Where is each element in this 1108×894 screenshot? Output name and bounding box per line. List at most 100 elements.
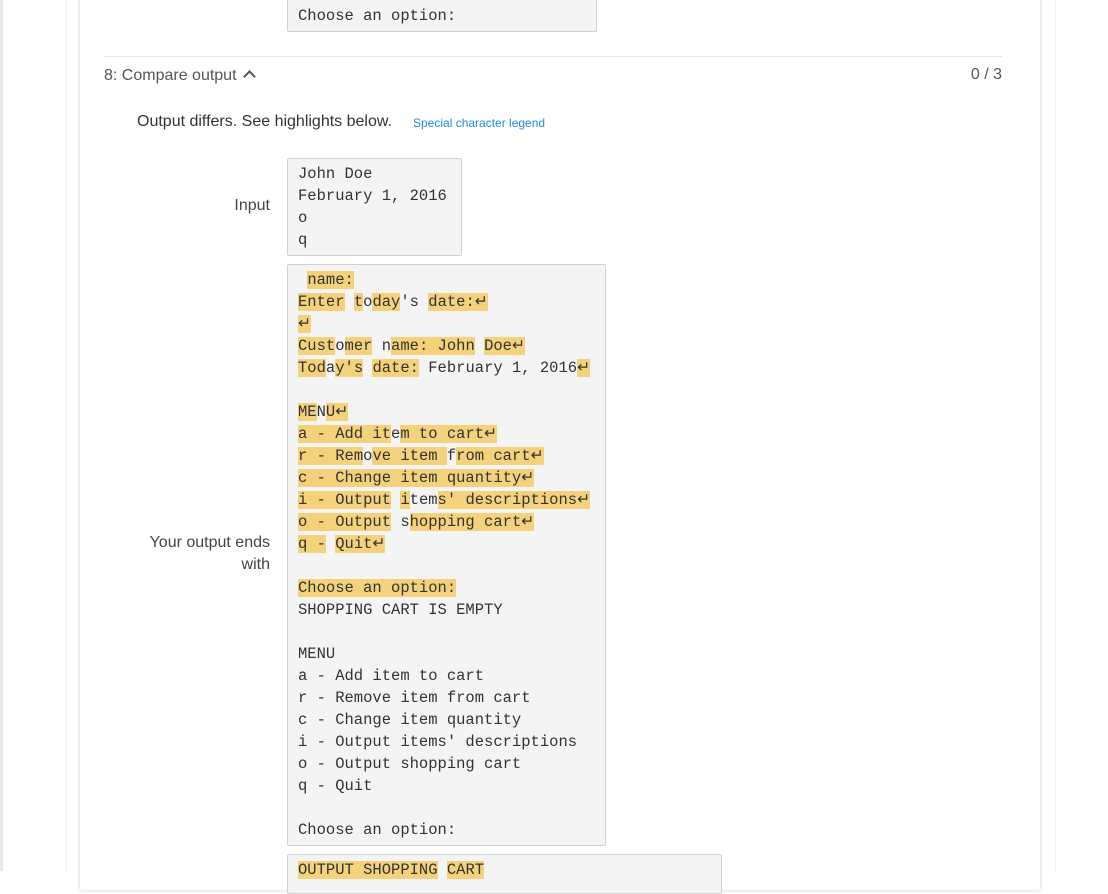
output-line: c - Change item quantity↵ [298, 467, 595, 489]
diff-highlight: t [353, 293, 364, 311]
your-output-box: name: Enter today's date:↵ ↵ Customer name:… [287, 264, 606, 846]
diff-highlight: rom cart↵ [456, 447, 544, 465]
output-label: Your output ends with [149, 534, 270, 573]
output-line: Choose an option: [298, 7, 457, 25]
output-text: SHOPPING CART IS EMPTY [298, 601, 503, 619]
diff-highlight: ME [298, 403, 317, 421]
output-line: MENU [298, 643, 595, 665]
output-text: o - Output shopping cart [298, 755, 522, 773]
output-text: s [391, 513, 410, 531]
diff-highlight: U↵ [325, 403, 349, 421]
output-line: i - Output items' descriptions [298, 731, 595, 753]
diff-highlight: Choose an option: [298, 579, 457, 597]
diff-highlight: OUTPUT SHOPPING [298, 861, 438, 879]
diff-highlight: CART [446, 861, 485, 879]
output-line: r - Remove item from cart [298, 687, 595, 709]
output-line: a - Add item to cart [298, 665, 595, 687]
special-character-legend-link[interactable]: Special character legend [413, 116, 545, 130]
diff-highlight: Tod [298, 359, 326, 377]
output-line: name: [298, 269, 595, 291]
diff-highlight: hopping cart↵ [409, 513, 535, 531]
diff-highlight: day [372, 293, 401, 311]
diff-highlight: date: [372, 359, 419, 377]
output-line: Customer name: John Doe↵ [298, 335, 595, 357]
output-line: i - Output items' descriptions↵ [298, 489, 595, 511]
output-line: q - Quit [298, 775, 595, 797]
output-line: Enter today's date:↵ [298, 291, 595, 313]
diff-highlight: a - Add it [298, 425, 392, 443]
output-line: Choose an option: [298, 819, 595, 841]
output-text: N [316, 403, 326, 421]
diff-highlight: name: [307, 271, 354, 289]
previous-output-box: Choose an option: [287, 0, 597, 32]
output-text: q - Quit [298, 777, 373, 795]
output-text: tem [409, 491, 438, 509]
diff-highlight: i - Output [298, 491, 392, 509]
input-line: o [298, 209, 308, 227]
diff-highlight: date:↵ [428, 293, 488, 311]
output-text: e [391, 425, 401, 443]
input-line: February 1, 2016 [298, 187, 447, 205]
output-text: f [446, 447, 457, 465]
output-line: a - Add item to cart↵ [298, 423, 595, 445]
section-title: 8: Compare output [104, 67, 237, 84]
output-text: February 1, 2016 [418, 359, 578, 377]
page-edge [0, 0, 3, 871]
diff-highlight: ↵ [577, 359, 591, 377]
output-text: a [325, 359, 336, 377]
compare-output-toggle[interactable]: 8: Compare output [104, 67, 256, 85]
output-text: c - Change item quantity [298, 711, 522, 729]
diff-highlight: s' descriptions↵ [437, 491, 591, 509]
divider [104, 56, 1002, 57]
diff-highlight: mer [344, 337, 373, 355]
output-line: q - Quit↵ [298, 533, 595, 555]
score: 0 / 3 [970, 66, 1002, 83]
input-label: Input [234, 197, 270, 214]
output-line: Today's date: February 1, 2016↵ [298, 357, 595, 379]
diff-highlight: Enter [298, 293, 345, 311]
output-text: r - Remove item from cart [298, 689, 531, 707]
output-text: a - Add item to cart [298, 667, 485, 685]
expected-output-box: OUTPUT SHOPPING CART [287, 854, 722, 894]
diff-highlight: ve item [372, 447, 447, 465]
chevron-up-icon [243, 70, 256, 83]
diff-highlight: i [400, 491, 410, 509]
input-box: John Doe February 1, 2016 o q [287, 158, 462, 256]
output-text: n [372, 337, 392, 355]
diff-highlight: Cust [298, 337, 336, 355]
output-text: o [335, 337, 345, 355]
output-line: SHOPPING CART IS EMPTY [298, 599, 595, 621]
input-line: q [298, 231, 308, 249]
output-text: MENU [298, 645, 336, 663]
output-line: Choose an option: [298, 577, 595, 599]
output-line: c - Change item quantity [298, 709, 595, 731]
diff-highlight: m to cart↵ [400, 425, 498, 443]
output-line: r - Remove item from cart↵ [298, 445, 595, 467]
diff-highlight: c - Change item quantity↵ [298, 469, 535, 487]
diff-highlight: Rem [335, 447, 364, 465]
input-line: John Doe [298, 165, 373, 183]
status-message: Output differs. See highlights below. [137, 113, 392, 130]
output-line: ↵ [298, 313, 595, 335]
output-line: o - Output shopping cart [298, 753, 595, 775]
diff-highlight: y's [335, 359, 364, 377]
diff-highlight: ↵ [298, 315, 311, 333]
output-text: 's [400, 293, 429, 311]
diff-highlight: o - Output [298, 513, 392, 531]
output-text: Choose an option: [298, 821, 457, 839]
output-line: MENU↵ [298, 401, 595, 423]
output-line: o - Output shopping cart↵ [298, 511, 595, 533]
diff-highlight: Doe↵ [484, 337, 525, 355]
diff-highlight: r - [298, 447, 336, 465]
diff-highlight: Quit↵ [335, 535, 386, 553]
